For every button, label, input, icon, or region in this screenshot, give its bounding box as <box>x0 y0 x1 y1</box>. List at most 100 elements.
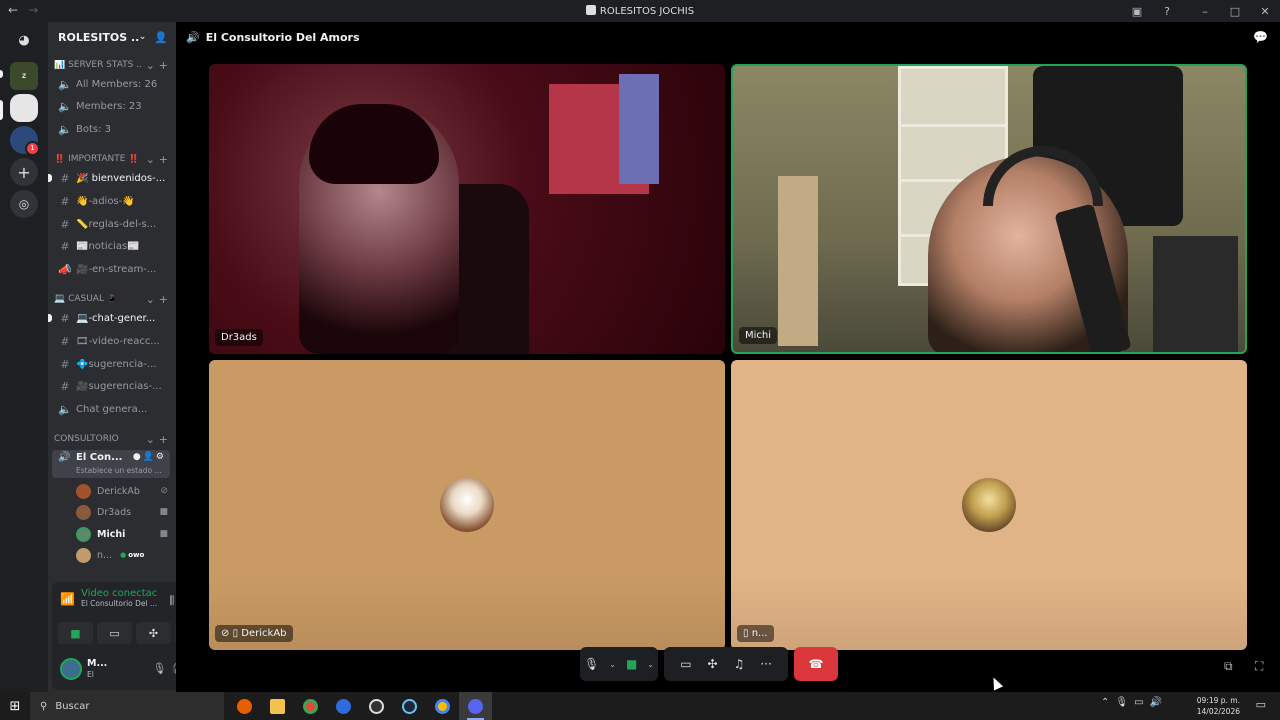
server-rail: ◕ Z 1 + ◎ <box>0 22 48 692</box>
steam-icon[interactable] <box>393 692 426 720</box>
hang-up-button[interactable]: ☎ <box>794 647 838 681</box>
help-icon[interactable]: ? <box>1152 5 1182 18</box>
add-server-icon[interactable]: + <box>10 158 38 186</box>
camera-button[interactable]: ■ <box>58 622 93 644</box>
category-casual[interactable]: 💻 CASUAL 📱 ⌄ + <box>54 292 168 306</box>
video-tile[interactable]: Dr3ads <box>209 64 725 354</box>
text-channel[interactable]: # 🎞-video-reacc... <box>52 331 170 351</box>
participant-name: Dr3ads <box>215 329 263 346</box>
add-channel-icon[interactable]: + <box>159 153 168 166</box>
network-icon[interactable]: ▭ <box>1134 697 1149 708</box>
connection-status[interactable]: Video conectac <box>81 588 157 599</box>
chrome-icon[interactable] <box>294 692 327 720</box>
avatar-tile[interactable]: ⊘ ▯ DerickAb <box>209 360 725 650</box>
fullscreen-icon[interactable]: ⛶ <box>1255 659 1263 674</box>
activity-icon[interactable]: ✣ <box>708 657 718 671</box>
server-name: ROLESITOS ... <box>58 30 139 44</box>
avatar-tile[interactable]: ▯ n... <box>731 360 1247 650</box>
category-importante[interactable]: ‼️ IMPORTANTE ‼️ ⌄ + <box>54 152 168 166</box>
mic-button[interactable]: 🎙 ⌄ ■ ⌄ <box>580 647 658 681</box>
notification-icon[interactable]: ▭ <box>1256 698 1266 711</box>
soundboard-icon[interactable]: ♫ <box>734 657 745 671</box>
active-voice-channel[interactable]: 🔊 El Con... Establece un estado ... ●👤⚙ <box>52 450 170 478</box>
server-zombie-icon[interactable]: Z <box>10 62 38 90</box>
add-channel-icon[interactable]: + <box>159 293 168 306</box>
hashtag-icon: # <box>60 311 70 325</box>
os-taskbar: ⊞ ⚲ Buscar ⌃🎙▭🔊 09:19 p. m. 14/02/2026 ▭ <box>0 692 1280 720</box>
user-name[interactable]: M... <box>87 658 107 669</box>
voice-member[interactable]: n... ● owo <box>76 546 168 564</box>
voice-channel[interactable]: 🔈 Chat genera... <box>52 399 170 419</box>
more-icon[interactable]: ··· <box>760 657 771 671</box>
avatar[interactable] <box>60 658 82 680</box>
voice-member[interactable]: Michi ■ <box>76 525 168 543</box>
avatar <box>76 483 91 499</box>
close-button[interactable]: ✕ <box>1250 5 1280 18</box>
server-rolesitos-icon[interactable] <box>10 94 38 122</box>
maximize-button[interactable]: □ <box>1220 5 1250 18</box>
speaker-icon: 🔊 <box>186 30 200 44</box>
stat-channel[interactable]: 🔈 Members: 23 <box>52 96 170 116</box>
server-header[interactable]: ROLESITOS ... ⌄ 👤 <box>48 22 176 52</box>
app-c-icon[interactable] <box>327 692 360 720</box>
text-channel[interactable]: # 🎥sugerencias-... <box>52 376 170 396</box>
stat-channel[interactable]: 🔈 Bots: 3 <box>52 119 170 139</box>
screen-share-button[interactable]: ▭ <box>97 622 132 644</box>
call-controls: 🎙 ⌄ ■ ⌄ ▭ ✣ ♫ ··· ☎ <box>580 647 838 681</box>
chrome-alt-icon[interactable] <box>426 692 459 720</box>
category-consultorio[interactable]: CONSULTORIO ⌄ + <box>54 432 168 446</box>
invite-icon[interactable]: 👤 <box>143 452 156 462</box>
popout-icon[interactable]: ⧉ <box>1224 659 1233 674</box>
file-explorer-icon[interactable] <box>261 692 294 720</box>
volume-icon[interactable]: 🔊 <box>1150 697 1168 708</box>
voice-member[interactable]: DerickAb ⊘ <box>76 482 168 500</box>
active-server-pill <box>0 100 3 120</box>
text-channel[interactable]: # 🎉 bienvenidos-... <box>48 168 170 188</box>
chat-icon[interactable]: 💬 <box>1253 30 1268 44</box>
voice-member[interactable]: Dr3ads ■ <box>76 503 168 521</box>
minimize-button[interactable]: – <box>1190 5 1220 18</box>
mic-icon[interactable]: 🎙 <box>1115 697 1134 708</box>
activity-badge: ● owo <box>120 551 145 559</box>
text-channel[interactable]: # 💠sugerencia-... <box>52 354 170 374</box>
mic-icon[interactable]: 🎙 <box>152 662 172 675</box>
obs-icon[interactable] <box>360 692 393 720</box>
hashtag-icon: # <box>60 334 70 348</box>
chevron-up-icon[interactable]: ⌃ <box>1101 697 1115 708</box>
text-channel[interactable]: # 👋-adios-👋 <box>52 191 170 211</box>
category-server-stats[interactable]: 📊 SERVER STATS ... ⌄ + <box>54 58 168 72</box>
add-channel-icon[interactable]: + <box>159 433 168 446</box>
text-channel[interactable]: # 📰noticias📰 <box>52 236 170 256</box>
firefox-icon[interactable] <box>228 692 261 720</box>
windows-icon[interactable]: ⊞ <box>0 699 30 714</box>
hashtag-icon: # <box>60 357 70 371</box>
video-tile[interactable]: Michi <box>731 64 1247 354</box>
text-channel[interactable]: # 💻-chat-gener... <box>48 308 170 328</box>
unread-indicator <box>48 174 52 182</box>
text-channel[interactable]: # 📏reglas-del-s... <box>52 214 170 234</box>
stat-channel[interactable]: 🔈 All Members: 26 <box>52 74 170 94</box>
share-controls: ▭ ✣ ♫ ··· <box>664 647 788 681</box>
server-other-icon[interactable]: 1 <box>10 126 40 156</box>
add-channel-icon[interactable]: + <box>159 59 168 72</box>
invite-icon[interactable]: 👤 <box>154 31 168 44</box>
search-input[interactable]: ⚲ Buscar <box>30 692 224 720</box>
system-clock[interactable]: 09:19 p. m. 14/02/2026 <box>1197 695 1240 717</box>
inbox-icon[interactable]: ▣ <box>1122 5 1152 18</box>
camera-icon: ■ <box>159 529 168 539</box>
explore-icon[interactable]: ◎ <box>10 190 38 218</box>
discord-home-icon[interactable]: ◕ <box>10 26 38 54</box>
chevron-down-icon: ⌄ <box>609 659 616 669</box>
discord-icon[interactable] <box>459 692 492 720</box>
voice-status[interactable]: Establece un estado ... <box>76 466 162 475</box>
voice-stage: 🔊 El Consultorio Del Amors 💬 Dr3ads Mich… <box>176 22 1280 692</box>
connection-channel[interactable]: El Consultorio Del ... <box>81 599 157 608</box>
hang-up-icon: ☎ <box>808 657 824 671</box>
gear-icon[interactable]: ⚙ <box>156 452 166 462</box>
activity-button[interactable]: ✣ <box>136 622 171 644</box>
avatar <box>76 504 91 520</box>
unread-indicator <box>48 314 52 322</box>
announcement-channel[interactable]: 📣 🎥-en-stream-... <box>52 259 170 279</box>
screen-share-icon[interactable]: ▭ <box>680 657 691 671</box>
chat-icon[interactable]: ● <box>133 452 143 462</box>
